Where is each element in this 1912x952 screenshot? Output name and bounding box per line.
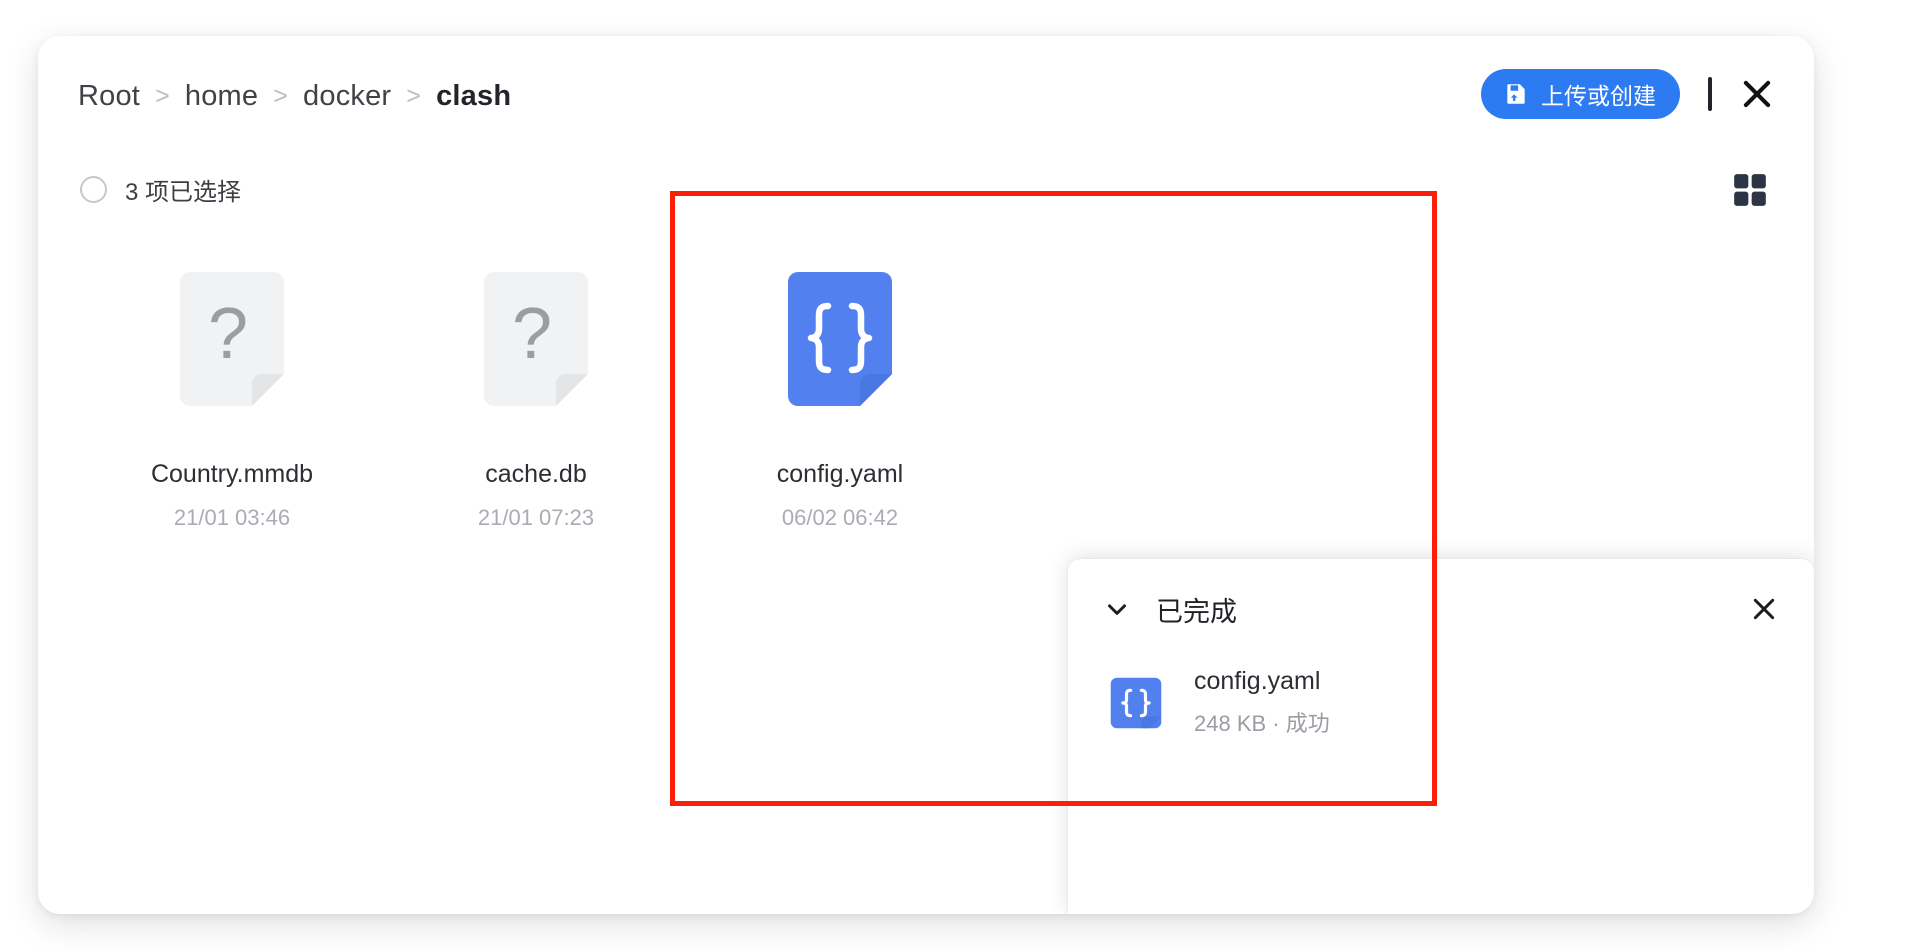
upload-panel-item[interactable]: config.yaml 248 KB · 成功 [1068, 659, 1814, 738]
close-icon[interactable] [1748, 593, 1780, 625]
breadcrumb-item-root[interactable]: Root [78, 80, 140, 113]
file-name: Country.mmdb [150, 460, 314, 488]
unknown-file-icon: ? [180, 272, 284, 406]
upload-panel-title: 已完成 [1156, 596, 1237, 627]
circle-unchecked-icon[interactable] [80, 176, 107, 203]
file-name: cache.db [485, 460, 587, 488]
file-date: 06/02 06:42 [781, 505, 899, 530]
breadcrumb-item-docker[interactable]: docker [303, 80, 391, 113]
file-date: 21/01 03:46 [173, 505, 291, 530]
screen-root: Root > home > docker > clash 上传或创建 3 项已选… [0, 0, 1912, 952]
json-braces-file-icon [1108, 675, 1164, 731]
header-actions: 上传或创建 [1481, 66, 1776, 122]
selection-toolbar: 3 项已选择 [38, 164, 1814, 222]
breadcrumb-item-home[interactable]: home [185, 80, 258, 113]
upload-item-name: config.yaml [1194, 667, 1321, 695]
file-name: config.yaml [776, 460, 904, 488]
file-thumbnail: ? [474, 270, 598, 418]
breadcrumb-separator: > [273, 82, 289, 110]
file-item[interactable]: config.yaml 06/02 06:42 [688, 270, 992, 531]
upload-panel-header: 已完成 [1068, 559, 1814, 659]
upload-or-create-button[interactable]: 上传或创建 [1481, 69, 1680, 119]
upload-progress-panel: 已完成 config.yaml 248 KB · 成功 [1068, 559, 1814, 914]
save-upload-icon [1503, 81, 1529, 107]
unknown-file-icon: ? [484, 272, 588, 406]
breadcrumb-item-clash[interactable]: clash [436, 80, 511, 113]
upload-or-create-label: 上传或创建 [1541, 83, 1656, 109]
file-item[interactable]: ? Country.mmdb 21/01 03:46 [80, 270, 384, 531]
window-header: Root > home > docker > clash 上传或创建 [38, 36, 1814, 126]
grid-view-icon[interactable] [1730, 170, 1770, 210]
file-manager-window: Root > home > docker > clash 上传或创建 3 项已选… [38, 36, 1814, 914]
breadcrumb-separator: > [406, 82, 422, 110]
close-icon[interactable] [1738, 75, 1776, 113]
file-grid: ? Country.mmdb 21/01 03:46 ? cache.db 21… [80, 270, 992, 531]
svg-text:?: ? [512, 294, 552, 374]
breadcrumb: Root > home > docker > clash [78, 80, 511, 113]
upload-item-text: config.yaml 248 KB · 成功 [1194, 667, 1330, 738]
chevron-down-icon[interactable] [1102, 594, 1132, 624]
file-thumbnail [778, 270, 902, 418]
select-all-control[interactable]: 3 项已选择 [80, 172, 241, 207]
file-thumbnail: ? [170, 270, 294, 418]
selection-count-label: 3 项已选择 [125, 179, 242, 206]
header-divider [1708, 77, 1712, 111]
svg-text:?: ? [208, 294, 248, 374]
file-item[interactable]: ? cache.db 21/01 07:23 [384, 270, 688, 531]
upload-item-meta: 248 KB · 成功 [1194, 711, 1330, 736]
breadcrumb-separator: > [155, 82, 170, 110]
file-date: 21/01 07:23 [477, 505, 595, 530]
json-braces-file-icon [788, 272, 892, 406]
